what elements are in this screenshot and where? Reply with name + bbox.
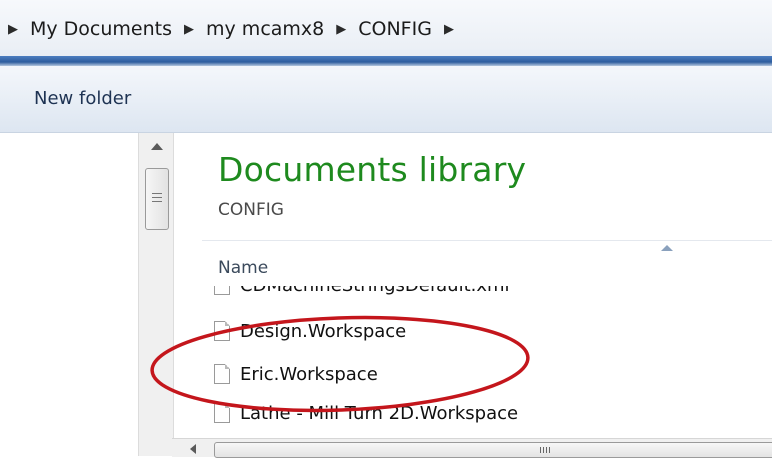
scroll-left-arrow-icon[interactable] <box>190 444 196 454</box>
breadcrumb-item-config[interactable]: CONFIG <box>358 18 432 40</box>
divider <box>202 240 772 241</box>
scrollbar-thumb[interactable] <box>145 168 169 230</box>
chevron-right-icon[interactable]: ▶ <box>8 22 18 37</box>
scroll-up-arrow-icon[interactable] <box>151 143 163 150</box>
navigation-pane-scrollbar[interactable] <box>138 133 174 456</box>
document-icon <box>214 403 230 423</box>
grip-line <box>152 197 162 198</box>
file-name: Eric.Workspace <box>240 363 378 385</box>
grip-line <box>152 201 162 202</box>
file-row-design-workspace[interactable]: Design.Workspace <box>214 316 406 346</box>
grip-line <box>152 193 162 194</box>
chevron-right-icon[interactable]: ▶ <box>336 22 346 37</box>
file-name: CDMachineStringsDefault.xml <box>240 286 510 296</box>
new-folder-button[interactable]: New folder <box>34 88 131 109</box>
document-icon <box>214 364 230 384</box>
library-title: Documents library <box>218 150 527 189</box>
library-subtitle: CONFIG <box>218 200 284 220</box>
chevron-right-icon[interactable]: ▶ <box>184 22 194 37</box>
document-icon <box>214 321 230 341</box>
grip-icon <box>540 447 552 453</box>
file-list: CDMachineStringsDefault.xml Design.Works… <box>214 286 754 434</box>
file-row-eric-workspace[interactable]: Eric.Workspace <box>214 359 378 389</box>
horizontal-scrollbar[interactable] <box>172 438 772 458</box>
breadcrumb-item-my-documents[interactable]: My Documents <box>30 18 172 40</box>
file-row-cdmachinestrings[interactable]: CDMachineStringsDefault.xml <box>214 286 510 300</box>
column-header-name[interactable]: Name <box>218 258 268 278</box>
file-name: Design.Workspace <box>240 320 407 342</box>
file-row-lathe-mill-turn[interactable]: Lathe - Mill Turn 2D.Workspace <box>214 398 518 428</box>
breadcrumb: ▶ My Documents ▶ my mcamx8 ▶ CONFIG ▶ <box>8 14 466 44</box>
sort-ascending-icon <box>661 245 673 251</box>
document-icon <box>214 286 230 295</box>
file-name: Lathe - Mill Turn 2D.Workspace <box>240 402 519 424</box>
chevron-right-icon[interactable]: ▶ <box>444 22 454 37</box>
breadcrumb-item-my-mcamx8[interactable]: my mcamx8 <box>206 18 324 40</box>
window-accent-band <box>0 56 772 66</box>
command-bar: New folder <box>0 66 772 133</box>
address-bar[interactable]: ▶ My Documents ▶ my mcamx8 ▶ CONFIG ▶ <box>0 0 772 57</box>
